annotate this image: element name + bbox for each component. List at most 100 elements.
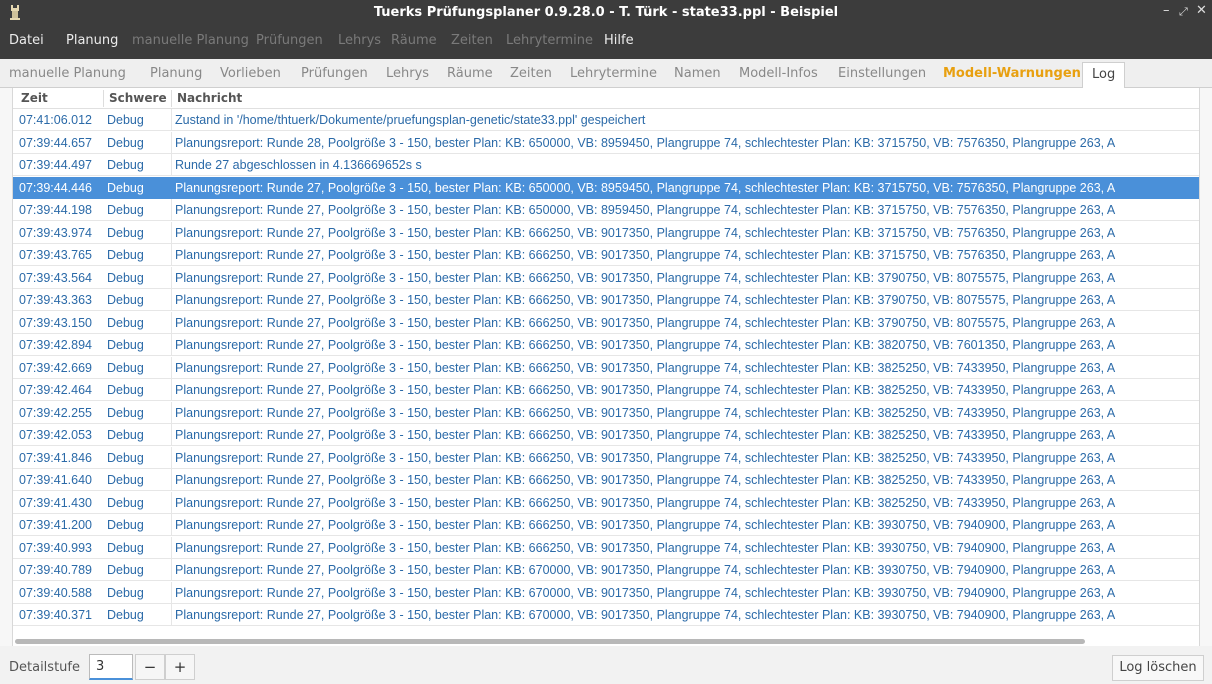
tab-einstellungen[interactable]: Einstellungen (838, 66, 926, 81)
table-header: Zeit Schwere Nachricht (13, 88, 1199, 109)
column-divider (171, 312, 172, 333)
tab-pruefungen[interactable]: Prüfungen (301, 66, 368, 81)
table-row[interactable]: 07:39:43.765 Debug Planungsreport: Runde 2… (13, 244, 1199, 266)
column-divider (171, 537, 172, 558)
close-button[interactable]: ✕ (1196, 3, 1207, 18)
column-divider (171, 604, 172, 625)
tab-modell-infos[interactable]: Modell-Infos (739, 66, 818, 81)
table-row[interactable]: 07:39:44.497 Debug Runde 27 abgeschlossen … (13, 154, 1199, 176)
column-header-nachricht[interactable]: Nachricht (177, 91, 242, 105)
table-row[interactable]: 07:39:41.430 Debug Planungsreport: Runde 2… (13, 492, 1199, 514)
tab-manuelle-planung[interactable]: manuelle Planung (9, 66, 126, 81)
menu-manuelle-planung[interactable]: manuelle Planung (132, 33, 249, 48)
menu-raeume[interactable]: Räume (391, 33, 437, 48)
increase-button[interactable]: + (165, 654, 195, 680)
cell-nachricht: Planungsreport: Runde 27, Poolgröße 3 - … (175, 293, 1116, 307)
cell-nachricht: Zustand in '/home/thtuerk/Dokumente/prue… (175, 113, 646, 127)
detail-level-input[interactable] (89, 654, 133, 680)
cell-nachricht: Runde 27 abgeschlossen in 4.136669652s s (175, 158, 422, 172)
table-row[interactable]: 07:39:41.640 Debug Planungsreport: Runde 2… (13, 469, 1199, 491)
table-row[interactable]: 07:39:42.464 Debug Planungsreport: Runde 2… (13, 379, 1199, 401)
table-row[interactable]: 07:39:43.150 Debug Planungsreport: Runde 2… (13, 312, 1199, 334)
cell-schwere: Debug (107, 203, 144, 217)
cell-schwere: Debug (107, 248, 144, 262)
horizontal-scrollbar[interactable] (15, 639, 1085, 644)
column-divider (171, 334, 172, 355)
tab-lehrys[interactable]: Lehrys (386, 66, 429, 81)
cell-schwere: Debug (107, 113, 144, 127)
table-row[interactable]: 07:39:44.446 Debug Planungsreport: Runde 2… (13, 177, 1199, 199)
cell-zeit: 07:39:44.497 (19, 158, 92, 172)
maximize-button[interactable]: ⤢ (1179, 5, 1188, 19)
cell-nachricht: Planungsreport: Runde 27, Poolgröße 3 - … (175, 541, 1116, 555)
table-row[interactable]: 07:39:40.588 Debug Planungsreport: Runde 2… (13, 582, 1199, 604)
table-row[interactable]: 07:39:40.789 Debug Planungsreport: Runde 2… (13, 559, 1199, 581)
menu-zeiten[interactable]: Zeiten (451, 33, 493, 48)
table-row[interactable]: 07:41:06.012 Debug Zustand in '/home/thtue… (13, 109, 1199, 131)
menu-planung[interactable]: Planung (66, 33, 118, 48)
log-table: Zeit Schwere Nachricht 07:41:06.012 Debug… (12, 88, 1200, 646)
title-bar: Tuerks Prüfungsplaner 0.9.28.0 - T. Türk… (0, 0, 1212, 25)
cell-schwere: Debug (107, 496, 144, 510)
cell-schwere: Debug (107, 181, 144, 195)
cell-schwere: Debug (107, 158, 144, 172)
table-row[interactable]: 07:39:43.564 Debug Planungsreport: Runde 2… (13, 267, 1199, 289)
column-header-schwere[interactable]: Schwere (109, 91, 167, 105)
cell-schwere: Debug (107, 136, 144, 150)
table-row[interactable]: 07:39:42.894 Debug Planungsreport: Runde 2… (13, 334, 1199, 356)
clear-log-button[interactable]: Log löschen (1112, 655, 1204, 681)
column-divider (171, 244, 172, 265)
tab-raeume[interactable]: Räume (447, 66, 493, 81)
cell-schwere: Debug (107, 316, 144, 330)
minimize-button[interactable]: – (1163, 3, 1170, 18)
table-row[interactable]: 07:39:40.371 Debug Planungsreport: Runde 2… (13, 604, 1199, 626)
table-row[interactable]: 07:39:40.993 Debug Planungsreport: Runde 2… (13, 537, 1199, 559)
tab-lehrytermine[interactable]: Lehrytermine (570, 66, 657, 81)
cell-nachricht: Planungsreport: Runde 27, Poolgröße 3 - … (175, 203, 1116, 217)
decrease-button[interactable]: − (135, 654, 165, 680)
tab-planung[interactable]: Planung (150, 66, 202, 81)
table-row[interactable]: 07:39:43.363 Debug Planungsreport: Runde 2… (13, 289, 1199, 311)
column-divider (171, 379, 172, 400)
column-header-zeit[interactable]: Zeit (21, 91, 48, 105)
cell-zeit: 07:39:43.150 (19, 316, 92, 330)
cell-zeit: 07:39:41.430 (19, 496, 92, 510)
table-row[interactable]: 07:39:42.053 Debug Planungsreport: Runde 2… (13, 424, 1199, 446)
cell-schwere: Debug (107, 541, 144, 555)
tab-vorlieben[interactable]: Vorlieben (220, 66, 281, 81)
column-separator[interactable] (171, 90, 172, 107)
cell-zeit: 07:39:44.446 (19, 181, 92, 195)
column-divider (171, 132, 172, 153)
cell-nachricht: Planungsreport: Runde 27, Poolgröße 3 - … (175, 473, 1116, 487)
cell-schwere: Debug (107, 293, 144, 307)
menu-lehrys[interactable]: Lehrys (338, 33, 381, 48)
menu-datei[interactable]: Datei (9, 33, 44, 48)
cell-nachricht: Planungsreport: Runde 27, Poolgröße 3 - … (175, 248, 1116, 262)
column-divider (171, 424, 172, 445)
cell-schwere: Debug (107, 518, 144, 532)
cell-nachricht: Planungsreport: Runde 27, Poolgröße 3 - … (175, 316, 1116, 330)
cell-nachricht: Planungsreport: Runde 27, Poolgröße 3 - … (175, 383, 1116, 397)
column-divider (171, 514, 172, 535)
table-row[interactable]: 07:39:41.200 Debug Planungsreport: Runde 2… (13, 514, 1199, 536)
table-row[interactable]: 07:39:44.657 Debug Planungsreport: Runde 2… (13, 132, 1199, 154)
cell-zeit: 07:39:44.198 (19, 203, 92, 217)
menu-lehrytermine[interactable]: Lehrytermine (506, 33, 593, 48)
table-row[interactable]: 07:39:42.255 Debug Planungsreport: Runde 2… (13, 402, 1199, 424)
tab-modell-warnungen[interactable]: Modell-Warnungen (943, 66, 1081, 81)
cell-schwere: Debug (107, 586, 144, 600)
table-row[interactable]: 07:39:44.198 Debug Planungsreport: Runde 2… (13, 199, 1199, 221)
cell-zeit: 07:39:43.564 (19, 271, 92, 285)
table-row[interactable]: 07:39:42.669 Debug Planungsreport: Runde 2… (13, 357, 1199, 379)
tab-namen[interactable]: Namen (674, 66, 721, 81)
tab-zeiten[interactable]: Zeiten (510, 66, 552, 81)
table-row[interactable]: 07:39:41.846 Debug Planungsreport: Runde 2… (13, 447, 1199, 469)
cell-zeit: 07:39:40.588 (19, 586, 92, 600)
cell-zeit: 07:41:06.012 (19, 113, 92, 127)
menu-hilfe[interactable]: Hilfe (604, 33, 634, 48)
table-row[interactable]: 07:39:43.974 Debug Planungsreport: Runde 2… (13, 222, 1199, 244)
cell-zeit: 07:39:40.371 (19, 608, 92, 622)
menu-pruefungen[interactable]: Prüfungen (256, 33, 323, 48)
column-separator[interactable] (103, 90, 104, 107)
tab-log[interactable]: Log (1082, 62, 1126, 88)
